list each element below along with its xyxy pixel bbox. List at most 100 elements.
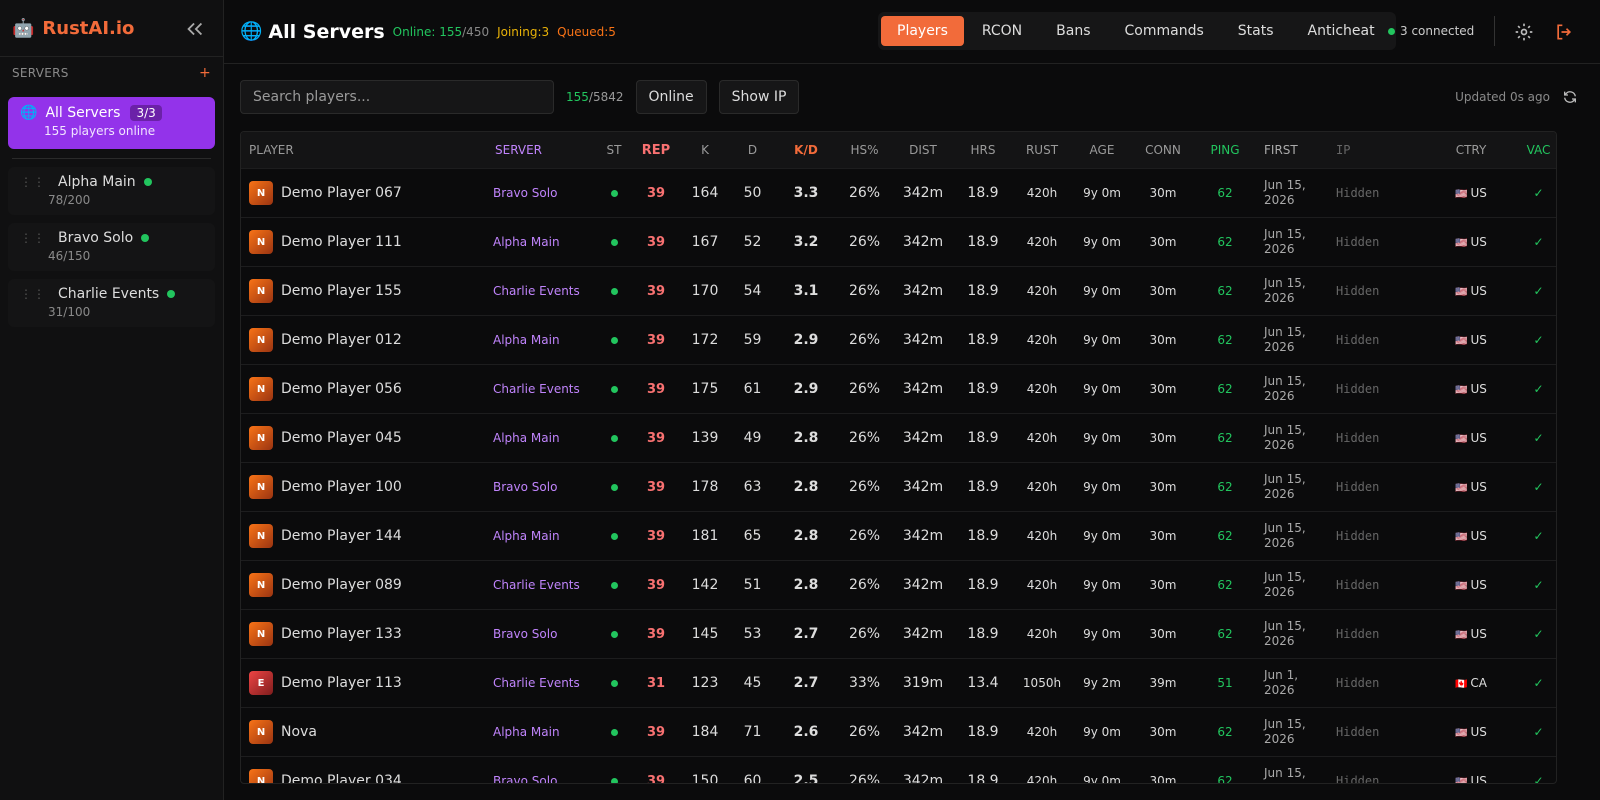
player-name[interactable]: Demo Player 012	[281, 332, 402, 348]
column-header-ctry[interactable]: CTRY	[1436, 143, 1506, 157]
tab-stats[interactable]: Stats	[1222, 16, 1290, 46]
player-name[interactable]: Demo Player 089	[281, 577, 402, 593]
player-name[interactable]: Demo Player 100	[281, 479, 402, 495]
first-seen-cell: Jun 15, 2026	[1264, 521, 1306, 550]
table-row[interactable]: N Demo Player 056 Charlie Events 39 175 6…	[241, 364, 1556, 413]
add-server-button[interactable]: +	[199, 65, 211, 81]
column-header-d[interactable]: D	[730, 143, 775, 157]
tab-rcon[interactable]: RCON	[966, 16, 1038, 46]
sidebar-item-server[interactable]: ⋮⋮ Alpha Main 78/200	[8, 167, 215, 215]
server-cell[interactable]: Charlie Events	[491, 382, 596, 396]
column-header-dist[interactable]: DIST	[892, 143, 954, 157]
table-row[interactable]: N Demo Player 144 Alpha Main 39 181 65 2.…	[241, 511, 1556, 560]
column-header-rust[interactable]: RUST	[1012, 143, 1072, 157]
hours-cell: 18.9	[967, 332, 999, 348]
kd-cell: 2.8	[793, 577, 819, 593]
server-cell[interactable]: Alpha Main	[491, 529, 596, 543]
column-header-ip[interactable]: IP	[1326, 143, 1436, 157]
column-header-kd[interactable]: K/D	[775, 143, 837, 157]
column-header-vac[interactable]: VAC	[1506, 143, 1556, 157]
table-row[interactable]: E Demo Player 113 Charlie Events 31 123 4…	[241, 658, 1556, 707]
drag-handle-icon[interactable]: ⋮⋮	[20, 175, 46, 189]
column-header-st[interactable]: ST	[596, 143, 632, 157]
ping-cell: 62	[1217, 774, 1233, 784]
table-row[interactable]: N Demo Player 089 Charlie Events 39 142 5…	[241, 560, 1556, 609]
player-name[interactable]: Nova	[281, 724, 317, 740]
server-cell[interactable]: Charlie Events	[491, 676, 596, 690]
column-header-hrs[interactable]: HRS	[954, 143, 1012, 157]
server-cell[interactable]: Alpha Main	[491, 333, 596, 347]
player-name[interactable]: Demo Player 113	[281, 675, 402, 691]
column-header-ping[interactable]: PING	[1194, 143, 1256, 157]
tab-commands[interactable]: Commands	[1109, 16, 1220, 46]
sidebar-item-server[interactable]: ⋮⋮ Bravo Solo 46/150	[8, 223, 215, 271]
player-name[interactable]: Demo Player 045	[281, 430, 402, 446]
status-cell	[596, 430, 632, 446]
table-row[interactable]: N Demo Player 012 Alpha Main 39 172 59 2.…	[241, 315, 1556, 364]
player-name[interactable]: Demo Player 067	[281, 185, 402, 201]
player-name[interactable]: Demo Player 144	[281, 528, 402, 544]
drag-handle-icon[interactable]: ⋮⋮	[20, 287, 46, 301]
deaths-cell: 53	[743, 626, 762, 642]
ping-cell: 62	[1217, 382, 1233, 396]
flag-icon: 🇺🇸	[1455, 630, 1468, 641]
column-header-conn[interactable]: CONN	[1132, 143, 1194, 157]
sidebar-item-server[interactable]: ⋮⋮ Charlie Events 31/100	[8, 279, 215, 327]
show-ip-button[interactable]: Show IP	[718, 80, 800, 114]
table-row[interactable]: N Demo Player 111 Alpha Main 39 167 52 3.…	[241, 217, 1556, 266]
server-cell[interactable]: Alpha Main	[491, 235, 596, 249]
column-header-hs[interactable]: HS%	[837, 143, 892, 157]
online-filter-button[interactable]: Online	[635, 80, 707, 114]
table-row[interactable]: N Demo Player 045 Alpha Main 39 139 49 2.…	[241, 413, 1556, 462]
player-name[interactable]: Demo Player 133	[281, 626, 402, 642]
connected-time-cell: 30m	[1149, 186, 1177, 200]
column-header-rep[interactable]: REP	[632, 143, 680, 158]
gear-icon[interactable]	[1514, 22, 1534, 42]
server-cell[interactable]: Bravo Solo	[491, 186, 596, 200]
table-row[interactable]: N Demo Player 034 Bravo Solo 39 150 60 2.…	[241, 756, 1556, 784]
table-row[interactable]: N Demo Player 100 Bravo Solo 39 178 63 2.…	[241, 462, 1556, 511]
table-row[interactable]: N Nova Alpha Main 39 184 71 2.6 26% 342m …	[241, 707, 1556, 756]
vac-cell: ✓	[1533, 676, 1544, 690]
table-row[interactable]: N Demo Player 133 Bravo Solo 39 145 53 2.…	[241, 609, 1556, 658]
refresh-icon[interactable]	[1562, 89, 1578, 105]
player-name[interactable]: Demo Player 034	[281, 773, 402, 783]
tab-anticheat[interactable]: Anticheat	[1292, 16, 1391, 46]
server-cell[interactable]: Alpha Main	[491, 725, 596, 739]
ip-cell: Hidden	[1336, 284, 1380, 298]
country-code: US	[1470, 529, 1487, 543]
account-age-cell: 9y 0m	[1083, 235, 1121, 249]
server-cell[interactable]: Alpha Main	[491, 431, 596, 445]
search-input[interactable]	[240, 80, 554, 114]
tab-players[interactable]: Players	[881, 16, 964, 46]
collapse-sidebar-icon[interactable]	[184, 18, 206, 40]
country-cell: 🇺🇸 US	[1436, 186, 1506, 200]
server-player-count: 78/200	[48, 193, 91, 207]
column-header-first[interactable]: FIRST	[1256, 143, 1326, 158]
player-name[interactable]: Demo Player 155	[281, 283, 402, 299]
account-age-cell: 9y 0m	[1083, 578, 1121, 592]
column-header-k[interactable]: K	[680, 143, 730, 157]
brand: 🤖 RustAI.io	[0, 0, 223, 57]
server-cell[interactable]: Charlie Events	[491, 284, 596, 298]
server-cell[interactable]: Bravo Solo	[491, 480, 596, 494]
column-header-server[interactable]: SERVER	[491, 143, 596, 157]
account-age-cell: 9y 0m	[1083, 431, 1121, 445]
logout-icon[interactable]	[1554, 22, 1574, 42]
drag-handle-icon[interactable]: ⋮⋮	[20, 231, 46, 245]
tab-bans[interactable]: Bans	[1040, 16, 1106, 46]
server-cell[interactable]: Charlie Events	[491, 578, 596, 592]
player-name[interactable]: Demo Player 111	[281, 234, 402, 250]
table-row[interactable]: N Demo Player 155 Charlie Events 39 170 5…	[241, 266, 1556, 315]
sidebar-item-all-servers[interactable]: 🌐 All Servers 3/3 155 players online	[8, 97, 215, 149]
account-age-cell: 9y 0m	[1083, 382, 1121, 396]
server-cell[interactable]: Bravo Solo	[491, 774, 596, 783]
ip-cell: Hidden	[1336, 627, 1380, 641]
column-header-age[interactable]: AGE	[1072, 143, 1132, 157]
column-header-player[interactable]: PLAYER	[241, 143, 491, 157]
status-cell	[596, 577, 632, 593]
server-cell[interactable]: Bravo Solo	[491, 627, 596, 641]
player-name[interactable]: Demo Player 056	[281, 381, 402, 397]
table-row[interactable]: N Demo Player 067 Bravo Solo 39 164 50 3.…	[241, 168, 1556, 217]
vac-cell: ✓	[1533, 529, 1544, 543]
